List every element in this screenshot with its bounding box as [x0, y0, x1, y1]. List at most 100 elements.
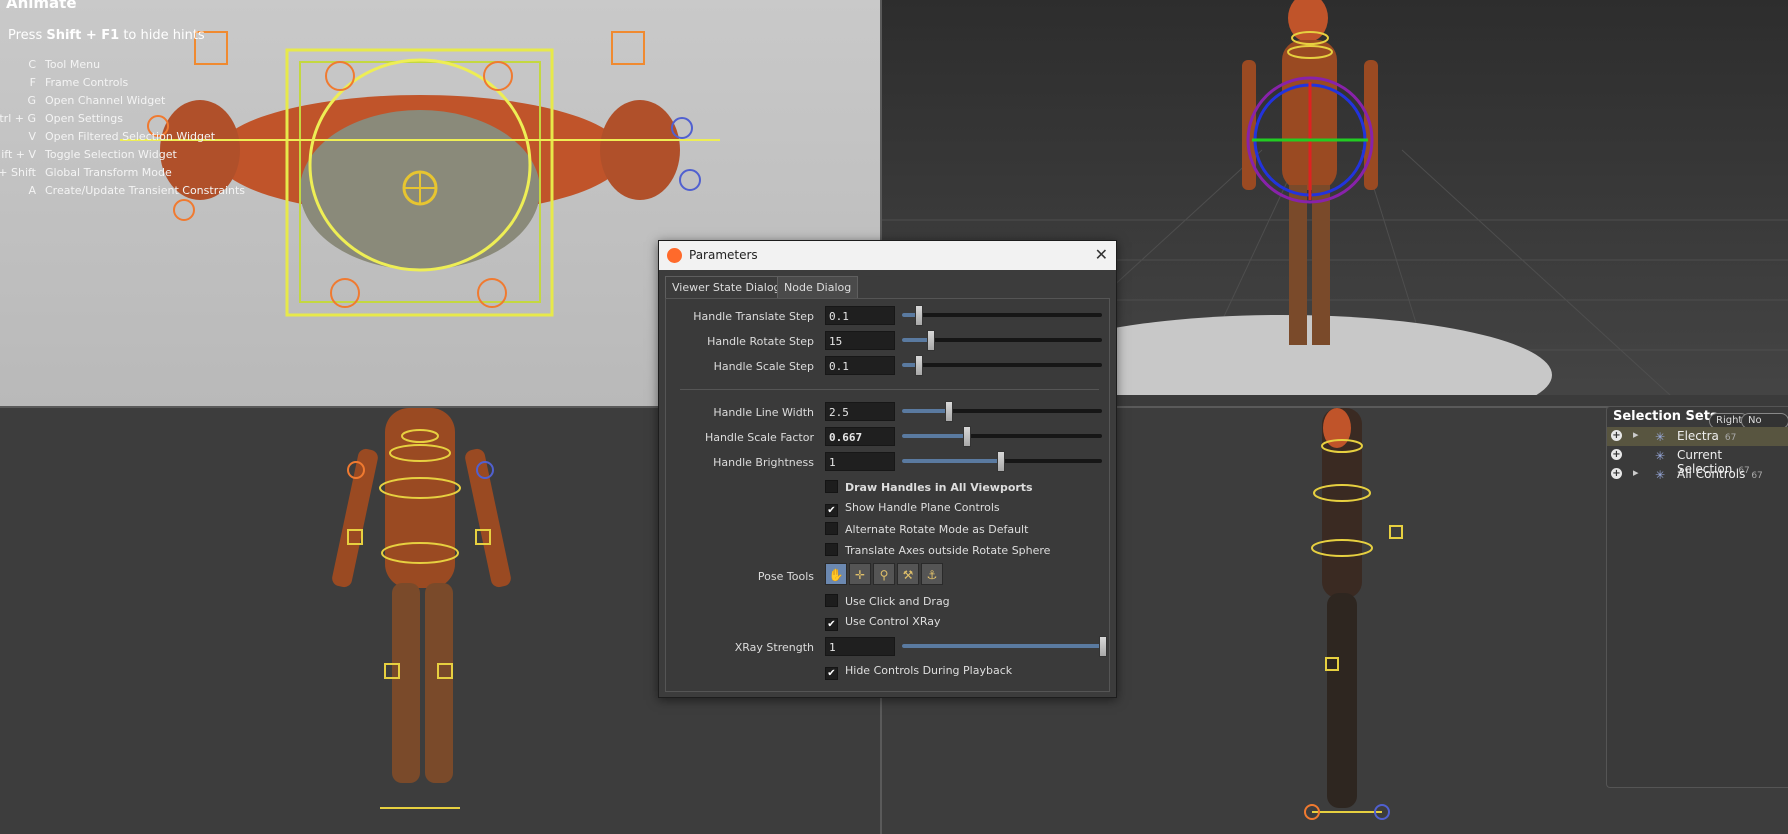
selection-set-row[interactable]: + ✳ Current Selection 67: [1607, 446, 1788, 476]
pose-tools-label: Pose Tools: [757, 570, 814, 583]
hotkey-key: G: [27, 94, 36, 107]
checkbox-label: Translate Axes outside Rotate Sphere: [845, 544, 1051, 557]
hotkey-key: V: [28, 130, 36, 143]
param-label: Handle Scale Factor: [704, 431, 814, 444]
parameters-pane: Handle Translate Step 0.1 Handle Rotate …: [665, 298, 1110, 692]
xray-strength-slider[interactable]: [902, 636, 1107, 657]
hotkey-key: A: [28, 184, 36, 197]
selection-set-icon: ✳: [1655, 430, 1666, 444]
selection-set-icon: ✳: [1655, 468, 1666, 482]
handle-translate-step-slider[interactable]: [902, 305, 1102, 326]
parameters-dialog: Parameters ✕ Viewer State Dialog Node Di…: [658, 240, 1117, 698]
pose-tools-group: ✋ ✛ ⚲ ⚒ ⚓: [825, 563, 945, 585]
selection-set-name: Electra: [1677, 429, 1719, 443]
slider-thumb[interactable]: [927, 330, 935, 351]
checkbox-box[interactable]: [825, 480, 838, 493]
checkbox-box[interactable]: ✔: [825, 667, 838, 680]
hotkey-desc: Create/Update Transient Constraints: [45, 184, 246, 197]
selection-set-row[interactable]: + ▸ ✳ Electra 67: [1607, 427, 1788, 446]
handle-scale-step-field[interactable]: 0.1: [825, 356, 895, 375]
selection-set-count: 67: [1751, 471, 1763, 481]
dialog-titlebar[interactable]: Parameters ✕: [659, 241, 1116, 270]
alternate-rotate-mode-checkbox[interactable]: Alternate Rotate Mode as Default: [825, 522, 1028, 536]
xray-strength-field[interactable]: 1: [825, 637, 895, 656]
add-icon[interactable]: +: [1611, 449, 1622, 460]
checkbox-box[interactable]: ✔: [825, 504, 838, 517]
hint-suffix: to hide hints: [123, 28, 205, 43]
hotkey-key: F: [29, 76, 36, 89]
pin-icon[interactable]: ⚲: [873, 563, 895, 585]
checkbox-label: Use Control XRay: [845, 615, 941, 628]
tab-viewer-state-dialog[interactable]: Viewer State Dialog: [665, 276, 788, 299]
hotkey-desc: Toggle Selection Widget: [45, 148, 177, 161]
hotkey-desc: Open Channel Widget: [45, 94, 166, 107]
selection-sets-panel: Selection Sets Right No cam + ▸ ✳ Electr…: [1606, 406, 1788, 788]
pivot-icon[interactable]: ✛: [849, 563, 871, 585]
slider-thumb[interactable]: [963, 426, 971, 447]
hint-prefix: Press: [8, 28, 43, 43]
hint-keys: Shift + F1: [46, 28, 120, 43]
selection-sets-title: Selection Sets: [1613, 409, 1718, 424]
checkbox-box[interactable]: [825, 594, 838, 607]
hotkey-desc: Global Transform Mode: [45, 166, 172, 179]
translate-axes-outside-checkbox[interactable]: Translate Axes outside Rotate Sphere: [825, 543, 1050, 557]
checkbox-label: Hide Controls During Playback: [845, 664, 1013, 677]
selection-set-count: 67: [1724, 433, 1737, 443]
hotkey-desc: Tool Menu: [45, 58, 101, 71]
expand-icon[interactable]: ▸: [1633, 466, 1639, 479]
add-icon[interactable]: +: [1611, 468, 1622, 479]
tab-node-dialog[interactable]: Node Dialog: [777, 276, 859, 299]
show-handle-plane-controls-checkbox[interactable]: ✔ Show Handle Plane Controls: [825, 501, 1000, 517]
checkbox-box[interactable]: [825, 543, 838, 556]
add-icon[interactable]: +: [1611, 430, 1622, 441]
slider-thumb[interactable]: [915, 355, 923, 376]
separator: [680, 389, 1099, 390]
handle-scale-factor-field[interactable]: 0.667: [825, 427, 895, 446]
hotkey-key: trl + G: [0, 112, 36, 125]
handle-line-width-field[interactable]: 2.5: [825, 402, 895, 421]
bone-icon[interactable]: ⚒: [897, 563, 919, 585]
handle-rotate-step-slider[interactable]: [902, 330, 1102, 351]
dialog-title: Parameters: [689, 248, 758, 262]
hotkey-key: C: [28, 58, 36, 71]
handle-brightness-field[interactable]: 1: [825, 452, 895, 471]
hotkey-hint: Press Shift + F1 to hide hints: [8, 28, 205, 43]
use-control-xray-checkbox[interactable]: ✔ Use Control XRay: [825, 615, 941, 631]
hotkey-key: + Shift: [0, 166, 36, 179]
slider-thumb[interactable]: [945, 401, 953, 422]
handle-scale-factor-slider[interactable]: [902, 426, 1102, 447]
selection-set-name: All Controls: [1677, 467, 1746, 481]
checkbox-box[interactable]: ✔: [825, 618, 838, 631]
param-label: Handle Rotate Step: [707, 335, 814, 348]
handle-rotate-step-field[interactable]: 15: [825, 331, 895, 350]
hotkey-desc: Frame Controls: [45, 76, 129, 89]
slider-thumb[interactable]: [1099, 636, 1107, 657]
checkbox-label: Use Click and Drag: [845, 595, 950, 608]
close-icon[interactable]: ✕: [1095, 245, 1108, 264]
houdini-logo-icon: [667, 248, 682, 263]
handle-scale-step-slider[interactable]: [902, 355, 1102, 376]
pose-icon[interactable]: ✋: [825, 563, 847, 585]
param-label: Handle Line Width: [713, 406, 814, 419]
checkbox-label: Show Handle Plane Controls: [845, 501, 1000, 514]
slider-thumb[interactable]: [915, 305, 923, 326]
draw-handles-all-viewports-checkbox[interactable]: Draw Handles in All Viewports: [825, 480, 1033, 494]
hotkey-desc: Open Settings: [45, 112, 123, 125]
handle-brightness-slider[interactable]: [902, 451, 1102, 472]
hide-controls-during-playback-checkbox[interactable]: ✔ Hide Controls During Playback: [825, 664, 1012, 680]
slider-thumb[interactable]: [997, 451, 1005, 472]
handle-translate-step-field[interactable]: 0.1: [825, 306, 895, 325]
param-label: Handle Scale Step: [713, 360, 814, 373]
checkbox-label: Alternate Rotate Mode as Default: [845, 523, 1029, 536]
magnet-icon[interactable]: ⚓: [921, 563, 943, 585]
selection-set-row[interactable]: + ▸ ✳ All Controls 67: [1607, 465, 1788, 484]
expand-icon[interactable]: ▸: [1633, 428, 1639, 441]
state-name: Animate: [6, 0, 77, 12]
param-label: Handle Translate Step: [693, 310, 814, 323]
handle-line-width-slider[interactable]: [902, 401, 1102, 422]
param-label: XRay Strength: [734, 641, 814, 654]
use-click-and-drag-checkbox[interactable]: Use Click and Drag: [825, 594, 950, 608]
checkbox-label: Draw Handles in All Viewports: [845, 481, 1033, 494]
hotkey-key: ift + V: [1, 148, 36, 161]
checkbox-box[interactable]: [825, 522, 838, 535]
